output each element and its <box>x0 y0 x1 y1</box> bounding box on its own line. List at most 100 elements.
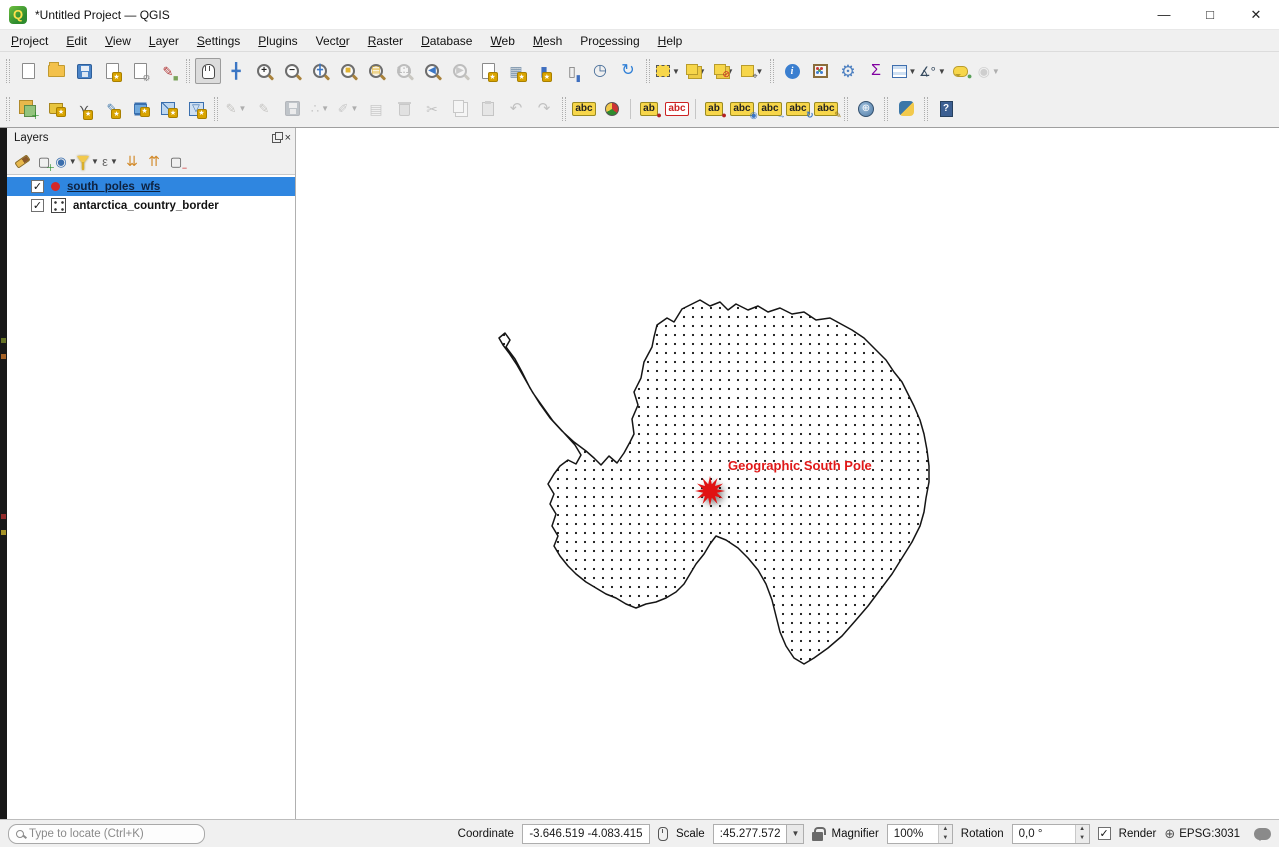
refresh-map-button[interactable]: ↻ <box>615 58 641 84</box>
add-group-button[interactable]: ▢＋ <box>33 150 55 172</box>
filter-by-expression-button[interactable]: ε▼ <box>99 150 121 172</box>
menu-project[interactable]: Project <box>2 32 57 50</box>
menu-layer[interactable]: Layer <box>140 32 188 50</box>
crs-status[interactable]: EPSG:3031 <box>1179 828 1240 840</box>
menu-vector[interactable]: Vector <box>307 32 359 50</box>
pin-unpin-labels-button[interactable]: ab● <box>701 96 727 122</box>
chevron-down-icon[interactable]: ▼ <box>91 157 99 166</box>
copy-features-button[interactable] <box>447 96 473 122</box>
new-temporary-scratch-layer-button[interactable]: ★ <box>127 96 153 122</box>
toolbar-grip[interactable] <box>770 59 774 83</box>
zoom-in-button[interactable]: + <box>251 58 277 84</box>
toolbar-grip[interactable] <box>884 97 888 121</box>
remove-layer-button[interactable]: ▢− <box>165 150 187 172</box>
chevron-down-icon[interactable]: ▼ <box>938 67 946 76</box>
delete-selected-button[interactable] <box>391 96 417 122</box>
messages-bubble-icon[interactable] <box>1254 828 1271 840</box>
toolbar-grip[interactable] <box>844 97 848 121</box>
statistical-summary-button[interactable] <box>807 58 833 84</box>
magnifier-spinbox[interactable]: 100% ▲▼ <box>887 824 953 844</box>
measure-button[interactable]: ∡°▼ <box>919 58 946 84</box>
chevron-down-icon[interactable]: ▼ <box>69 157 77 166</box>
chevron-down-icon[interactable]: ▼ <box>672 67 680 76</box>
scale-combo[interactable]: :45.277.572 ▼ <box>713 824 805 844</box>
help-contents-button[interactable]: ? <box>933 96 959 122</box>
new-print-layout-button[interactable]: ★ <box>99 58 125 84</box>
toolbar-grip[interactable] <box>214 97 218 121</box>
rotation-spinbox[interactable]: 0,0 ° ▲▼ <box>1012 824 1090 844</box>
toolbar-grip[interactable] <box>186 59 190 83</box>
undo-button[interactable]: ↶ <box>503 96 529 122</box>
chevron-down-icon[interactable]: ▼ <box>698 67 706 76</box>
show-hide-labels-button[interactable]: abc◉ <box>729 96 755 122</box>
menu-plugins[interactable]: Plugins <box>249 32 306 50</box>
show-layout-manager-button[interactable]: ⚙ <box>127 58 153 84</box>
toolbar-grip[interactable] <box>6 59 10 83</box>
rotate-label-button[interactable]: abc↻ <box>785 96 811 122</box>
zoom-out-button[interactable]: − <box>279 58 305 84</box>
layer-item-south_poles_wfs[interactable]: ✓south_poles_wfs <box>7 177 295 196</box>
zoom-to-selection-button[interactable]: ■ <box>335 58 361 84</box>
chevron-down-icon[interactable]: ▼ <box>238 104 246 113</box>
maximize-button[interactable]: □ <box>1187 0 1233 29</box>
layer-item-antarctica_country_border[interactable]: ✓antarctica_country_border <box>7 196 295 215</box>
show-statistics-button[interactable]: Σ <box>863 58 889 84</box>
expand-all-button[interactable]: ⇊ <box>121 150 143 172</box>
menu-edit[interactable]: Edit <box>57 32 96 50</box>
pan-map-button[interactable] <box>195 58 221 84</box>
zoom-native-button[interactable]: 1:1 <box>391 58 417 84</box>
toggle-unplaced-labels-button[interactable]: ab● <box>636 96 662 122</box>
select-by-location-button[interactable]: ⌖▼ <box>739 58 765 84</box>
new-3d-map-view-button[interactable]: ▦★ <box>503 58 529 84</box>
toolbar-grip[interactable] <box>562 97 566 121</box>
open-project-button[interactable] <box>43 58 69 84</box>
new-virtual-layer-button[interactable]: ▽★ <box>183 96 209 122</box>
filter-legend-button[interactable]: ▼ <box>77 150 99 172</box>
pan-to-selection-button[interactable]: ╋ <box>223 58 249 84</box>
deselect-features-button[interactable]: ⊘▼ <box>711 58 737 84</box>
render-checkbox[interactable]: ✓ <box>1098 827 1111 840</box>
select-features-by-value-button[interactable]: ▼ <box>683 58 709 84</box>
zoom-last-button[interactable]: ◀ <box>419 58 445 84</box>
vertex-tool-button[interactable]: ✐▼ <box>335 96 361 122</box>
spin-arrows[interactable]: ▲▼ <box>938 825 952 843</box>
coordinate-field[interactable]: -3.646.519 -4.083.415 <box>522 824 650 844</box>
chevron-down-icon[interactable]: ▼ <box>787 824 804 844</box>
new-geopackage-layer-button[interactable]: ★ <box>43 96 69 122</box>
data-source-manager-button[interactable]: ＋ <box>15 96 41 122</box>
chevron-down-icon[interactable]: ▼ <box>350 104 358 113</box>
close-button[interactable]: ✕ <box>1233 0 1279 29</box>
chevron-down-icon[interactable]: ▼ <box>110 157 118 166</box>
panel-float-button[interactable] <box>272 134 281 143</box>
save-layer-edits-button[interactable] <box>279 96 305 122</box>
minimize-button[interactable]: — <box>1141 0 1187 29</box>
toolbar-grip[interactable] <box>646 59 650 83</box>
change-label-button[interactable]: abc✎ <box>813 96 839 122</box>
layer-visibility-checkbox[interactable]: ✓ <box>31 180 44 193</box>
toggle-extents-mouse-icon[interactable] <box>658 827 668 841</box>
open-attribute-table-button[interactable]: ▼ <box>891 58 917 84</box>
redo-button[interactable]: ↷ <box>531 96 557 122</box>
show-bookmarks-button[interactable]: ▯▮ <box>559 58 585 84</box>
map-canvas[interactable]: Geographic South Pole <box>296 128 1279 819</box>
new-shapefile-layer-button[interactable]: ⋎★ <box>71 96 97 122</box>
lock-scale-icon[interactable] <box>812 832 823 841</box>
menu-database[interactable]: Database <box>412 32 481 50</box>
crs-globe-icon[interactable]: ⊕ <box>1164 826 1175 842</box>
run-feature-action-button[interactable]: ◉▼ <box>976 58 1002 84</box>
temporal-controller-button[interactable]: ◷ <box>587 58 613 84</box>
menu-web[interactable]: Web <box>481 32 523 50</box>
processing-toolbox-button[interactable]: ⚙ <box>835 58 861 84</box>
layer-labeling-options-button[interactable]: abc <box>571 96 597 122</box>
zoom-next-button[interactable]: ▶ <box>447 58 473 84</box>
move-label-button[interactable]: abc→ <box>757 96 783 122</box>
manage-map-themes-button[interactable]: ◉▼ <box>55 150 77 172</box>
paste-features-button[interactable] <box>475 96 501 122</box>
metasearch-button[interactable]: ⊕ <box>853 96 879 122</box>
left-dock-strip[interactable] <box>0 128 7 819</box>
select-features-button[interactable]: ▼ <box>655 58 681 84</box>
digitize-with-segment-button[interactable]: ∴▼ <box>307 96 333 122</box>
map-tips-button[interactable]: ● <box>948 58 974 84</box>
identify-features-button[interactable]: i <box>779 58 805 84</box>
new-mesh-layer-button[interactable]: ★ <box>155 96 181 122</box>
